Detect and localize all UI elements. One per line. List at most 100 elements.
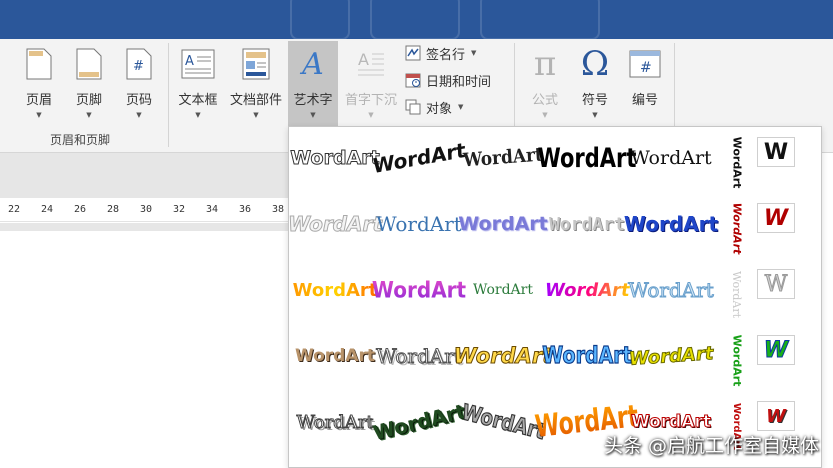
ruler-tick: 32 xyxy=(173,204,186,215)
signature-line-button[interactable]: 签名行 ▼ xyxy=(404,42,476,64)
wordart-sample-text: WordArt xyxy=(294,346,376,366)
wordart-thumbnail-letter: W xyxy=(763,205,789,231)
wordart-style-option[interactable]: WordArt xyxy=(376,331,463,381)
wordart-style-option[interactable]: WordArt xyxy=(458,397,547,447)
wordart-style-option[interactable]: WordArt xyxy=(293,331,377,381)
wordart-vertical-option[interactable]: WordArt xyxy=(723,131,751,193)
symbol-label: 符号 xyxy=(581,93,608,108)
chevron-down-icon: ▼ xyxy=(86,111,92,119)
wordart-style-option[interactable]: WordArt xyxy=(376,199,462,249)
wordart-style-option[interactable]: WordArt xyxy=(293,397,377,447)
wordart-style-option[interactable]: WordArt xyxy=(372,265,466,315)
wordart-style-option[interactable]: WordArt xyxy=(453,331,552,381)
wordart-style-option[interactable]: WordArt xyxy=(628,331,715,381)
numbering-button[interactable]: # 编号 xyxy=(620,41,670,127)
object-icon xyxy=(404,98,422,116)
wordart-style-option[interactable]: WordArt xyxy=(538,133,637,183)
wordart-style-option[interactable]: WordArt xyxy=(629,133,713,183)
textbox-button[interactable]: A 文本框 ▼ xyxy=(172,41,224,127)
watermark: 头条 @启航工作室自媒体 xyxy=(603,435,819,457)
wordart-thumbnail-option[interactable]: W xyxy=(757,137,795,167)
ruler-tick: 24 xyxy=(41,204,54,215)
wordart-style-option[interactable]: WordArt xyxy=(545,199,629,249)
wordart-style-option[interactable]: WordArt xyxy=(458,199,547,249)
wordart-thumbnail-option[interactable]: W xyxy=(757,203,795,233)
wordart-thumbnail-letter: W xyxy=(764,271,788,297)
document-parts-button[interactable]: 文档部件 ▼ xyxy=(224,41,288,127)
symbol-button[interactable]: Ω 符号 ▼ xyxy=(570,41,620,127)
object-button[interactable]: 对象 ▼ xyxy=(404,96,463,118)
wordart-style-option[interactable]: WordArt xyxy=(542,265,632,315)
object-label: 对象 xyxy=(426,101,453,117)
wordart-style-option[interactable]: WordArt xyxy=(370,397,467,447)
wordart-sample-text: WordArt xyxy=(290,147,380,170)
chevron-down-icon: ▼ xyxy=(195,111,201,119)
chevron-down-icon: ▼ xyxy=(253,111,259,119)
dropcap-button[interactable]: A 首字下沉 ▼ xyxy=(340,41,402,127)
svg-text:A: A xyxy=(358,50,369,69)
footer-button[interactable]: 页脚 ▼ xyxy=(64,41,114,127)
svg-text:A: A xyxy=(185,54,194,69)
page-number-button[interactable]: # 页码 ▼ xyxy=(114,41,164,127)
wordart-thumbnail-option[interactable]: W xyxy=(757,335,795,365)
chevron-down-icon: ▼ xyxy=(136,111,142,119)
dropcap-label: 首字下沉 xyxy=(344,93,397,108)
ruler-tick: 38 xyxy=(272,204,285,215)
chevron-down-icon: ▼ xyxy=(471,49,477,57)
wordart-sample-text: WordArt xyxy=(623,212,719,236)
wordart-sample-text: WordArt xyxy=(288,212,382,237)
signature-line-label: 签名行 xyxy=(426,47,466,63)
svg-text:#: # xyxy=(640,60,652,76)
wordart-sample-text: WordArt xyxy=(462,143,544,173)
wordart-style-option[interactable]: WordArt xyxy=(290,133,380,183)
header-label: 页眉 xyxy=(25,93,52,108)
wordart-sample-text: WordArt xyxy=(630,147,712,169)
document-background xyxy=(0,223,300,231)
wordart-style-option[interactable]: WordArt xyxy=(372,133,466,183)
chevron-down-icon: ▼ xyxy=(458,103,464,111)
wordart-sample-text: WordArt xyxy=(372,137,466,179)
title-decoration xyxy=(480,0,600,39)
wordart-button[interactable]: A 艺术字 ▼ xyxy=(288,41,338,127)
dropcap-icon: A xyxy=(351,44,391,84)
wordart-style-option[interactable]: WordArt xyxy=(461,133,545,183)
wordart-thumbnail-option[interactable]: W xyxy=(757,269,795,299)
wordart-sample-text: WordArt xyxy=(370,398,468,446)
page-number-label: 页码 xyxy=(125,93,152,108)
wordart-sample-text: WordArt xyxy=(453,344,553,369)
wordart-sample-text: WordArt xyxy=(628,278,715,303)
wordart-style-option[interactable]: WordArt xyxy=(293,265,378,315)
equation-button[interactable]: π 公式 ▼ xyxy=(520,41,570,127)
pi-icon: π xyxy=(533,44,557,84)
document-parts-label: 文档部件 xyxy=(229,93,282,108)
wordart-sample-text: WordArt xyxy=(730,334,744,386)
wordart-style-option[interactable]: WordArt xyxy=(628,265,715,315)
wordart-gallery: WordArt WordArt WordArt WordArt WordArt WordA… xyxy=(288,126,822,468)
wordart-sample-text: WordArt xyxy=(376,212,462,236)
wordart-style-option[interactable]: WordArt xyxy=(624,199,718,249)
ruler-tick: 26 xyxy=(74,204,87,215)
document-background xyxy=(0,153,300,198)
wordart-thumbnail-option[interactable]: W xyxy=(757,401,795,431)
footer-label: 页脚 xyxy=(75,93,102,108)
signature-icon xyxy=(404,44,422,62)
title-decoration xyxy=(290,0,350,39)
wordart-style-option[interactable]: WordArt xyxy=(542,331,632,381)
date-time-button[interactable]: 日期和时间 xyxy=(404,69,491,91)
wordart-style-option[interactable]: WordArt xyxy=(461,265,545,315)
numbering-icon: # xyxy=(625,44,665,84)
header-button[interactable]: 页眉 ▼ xyxy=(14,41,64,127)
wordart-vertical-option[interactable]: WordArt xyxy=(723,263,751,325)
chevron-down-icon: ▼ xyxy=(36,111,42,119)
equation-label: 公式 xyxy=(531,93,558,108)
numbering-label: 编号 xyxy=(631,93,658,108)
wordart-sample-text: WordArt xyxy=(542,279,632,301)
wordart-sample-text: WordArt xyxy=(296,411,374,433)
group-label-header-footer: 页眉和页脚 xyxy=(50,133,111,147)
wordart-sample-text: WordArt xyxy=(730,270,744,318)
wordart-style-option[interactable]: WordArt xyxy=(289,199,382,249)
document-parts-icon xyxy=(236,44,276,84)
chevron-down-icon: ▼ xyxy=(542,111,548,119)
wordart-vertical-option[interactable]: WordArt xyxy=(723,197,751,259)
wordart-vertical-option[interactable]: WordArt xyxy=(723,329,751,391)
